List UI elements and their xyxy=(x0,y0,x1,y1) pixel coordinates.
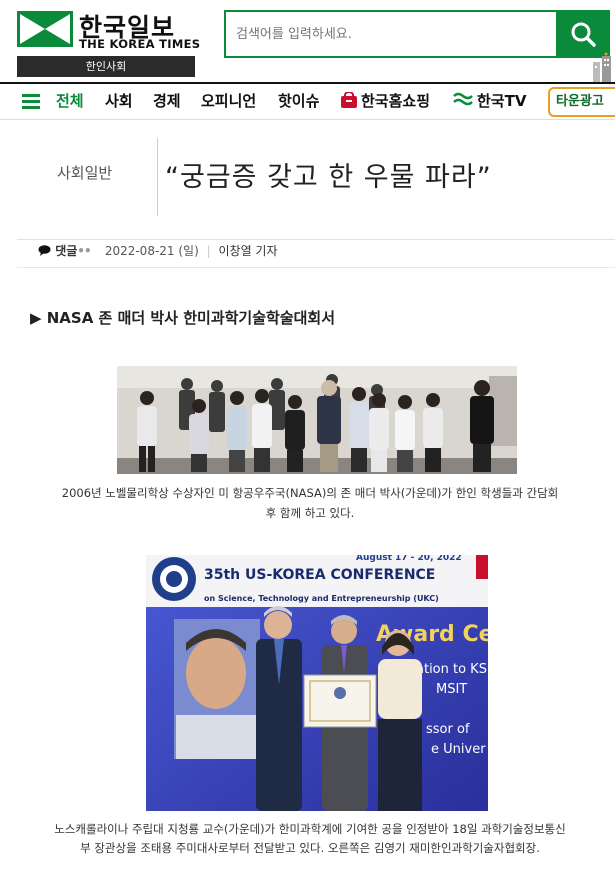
search-input[interactable] xyxy=(224,10,556,58)
nav-item-society[interactable]: 사회 xyxy=(105,90,133,111)
comments-link[interactable]: 댓글•• xyxy=(38,244,95,258)
award-photo[interactable]: August 17 - 20, 2022 35th US-KOREA CONFE… xyxy=(146,555,488,811)
nav-korea-tv-label: 한국TV xyxy=(477,92,527,110)
article-category[interactable]: 사회일반 xyxy=(57,162,112,183)
section-badge[interactable]: 한인사회 xyxy=(17,56,195,77)
site-header: 한국일보 THE KOREA TIMES 한인사회 xyxy=(0,0,615,82)
article-headline: “궁금증 갖고 한 우물 파라” xyxy=(165,162,492,193)
tv-icon xyxy=(453,92,473,106)
banner-line1: ation to KSE xyxy=(416,662,488,677)
banner-line2: MSIT xyxy=(436,682,467,697)
site-logo[interactable]: 한국일보 THE KOREA TIMES xyxy=(17,10,200,56)
article-date: 2022-08-21 (일) xyxy=(104,244,199,258)
divider xyxy=(17,239,615,240)
hamburger-icon[interactable] xyxy=(22,94,40,110)
article-author[interactable]: 이창열 기자 xyxy=(218,244,277,258)
banner-line3: ssor of xyxy=(426,722,470,737)
town-ad-button[interactable]: 타운광고 xyxy=(548,87,615,117)
award-photo-image: August 17 - 20, 2022 35th US-KOREA CONFE… xyxy=(146,555,488,811)
photo2-caption: 노스캐롤라이나 주립대 지청룡 교수(가운데)가 한미과학계에 기여한 공을 인… xyxy=(54,822,566,855)
group-photo[interactable] xyxy=(117,366,517,474)
nav-item-home-shopping[interactable]: 한국홈쇼핑 xyxy=(340,90,430,111)
banner-subtitle: on Science, Technology and Entrepreneurs… xyxy=(204,594,439,603)
main-nav: 전체 사회 경제 오피니언 핫이슈 한국홈쇼핑 한국TV 타운광고 xyxy=(0,82,615,120)
banner-line4: e Univer xyxy=(431,742,486,757)
nav-item-hot-issue[interactable]: 핫이슈 xyxy=(278,90,319,111)
logo-english: THE KOREA TIMES xyxy=(79,37,201,51)
comments-label: 댓글 xyxy=(55,244,78,258)
photo1-caption: 2006년 노벨물리학상 수상자인 미 항공우주국(NASA)의 존 매더 박사… xyxy=(61,486,559,520)
nav-home-shopping-label: 한국홈쇼핑 xyxy=(361,92,431,110)
nav-item-all[interactable]: 전체 xyxy=(56,90,84,111)
nav-item-opinion[interactable]: 오피니언 xyxy=(201,90,256,111)
speech-bubble-icon xyxy=(38,245,51,256)
banner-dates: August 17 - 20, 2022 xyxy=(356,555,462,563)
title-divider xyxy=(157,138,158,216)
nav-item-korea-tv[interactable]: 한국TV xyxy=(452,90,526,111)
town-building-icon xyxy=(593,52,611,82)
shopping-bag-icon xyxy=(341,92,357,108)
search-icon xyxy=(571,22,596,47)
search-button[interactable] xyxy=(556,10,610,58)
nav-item-economy[interactable]: 경제 xyxy=(153,90,181,111)
banner-title: 35th US-KOREA CONFERENCE xyxy=(204,567,435,583)
more-dots-icon: •• xyxy=(77,244,91,258)
meta-separator: | xyxy=(206,244,211,258)
article-meta: 댓글•• 2022-08-21 (일) | 이창열 기자 xyxy=(38,242,278,259)
divider xyxy=(17,267,615,268)
group-photo-image xyxy=(117,366,517,474)
article-subhead: ▶ NASA 존 매더 박사 한미과학기술학술대회서 xyxy=(30,309,336,327)
logo-flag-icon xyxy=(17,11,73,47)
